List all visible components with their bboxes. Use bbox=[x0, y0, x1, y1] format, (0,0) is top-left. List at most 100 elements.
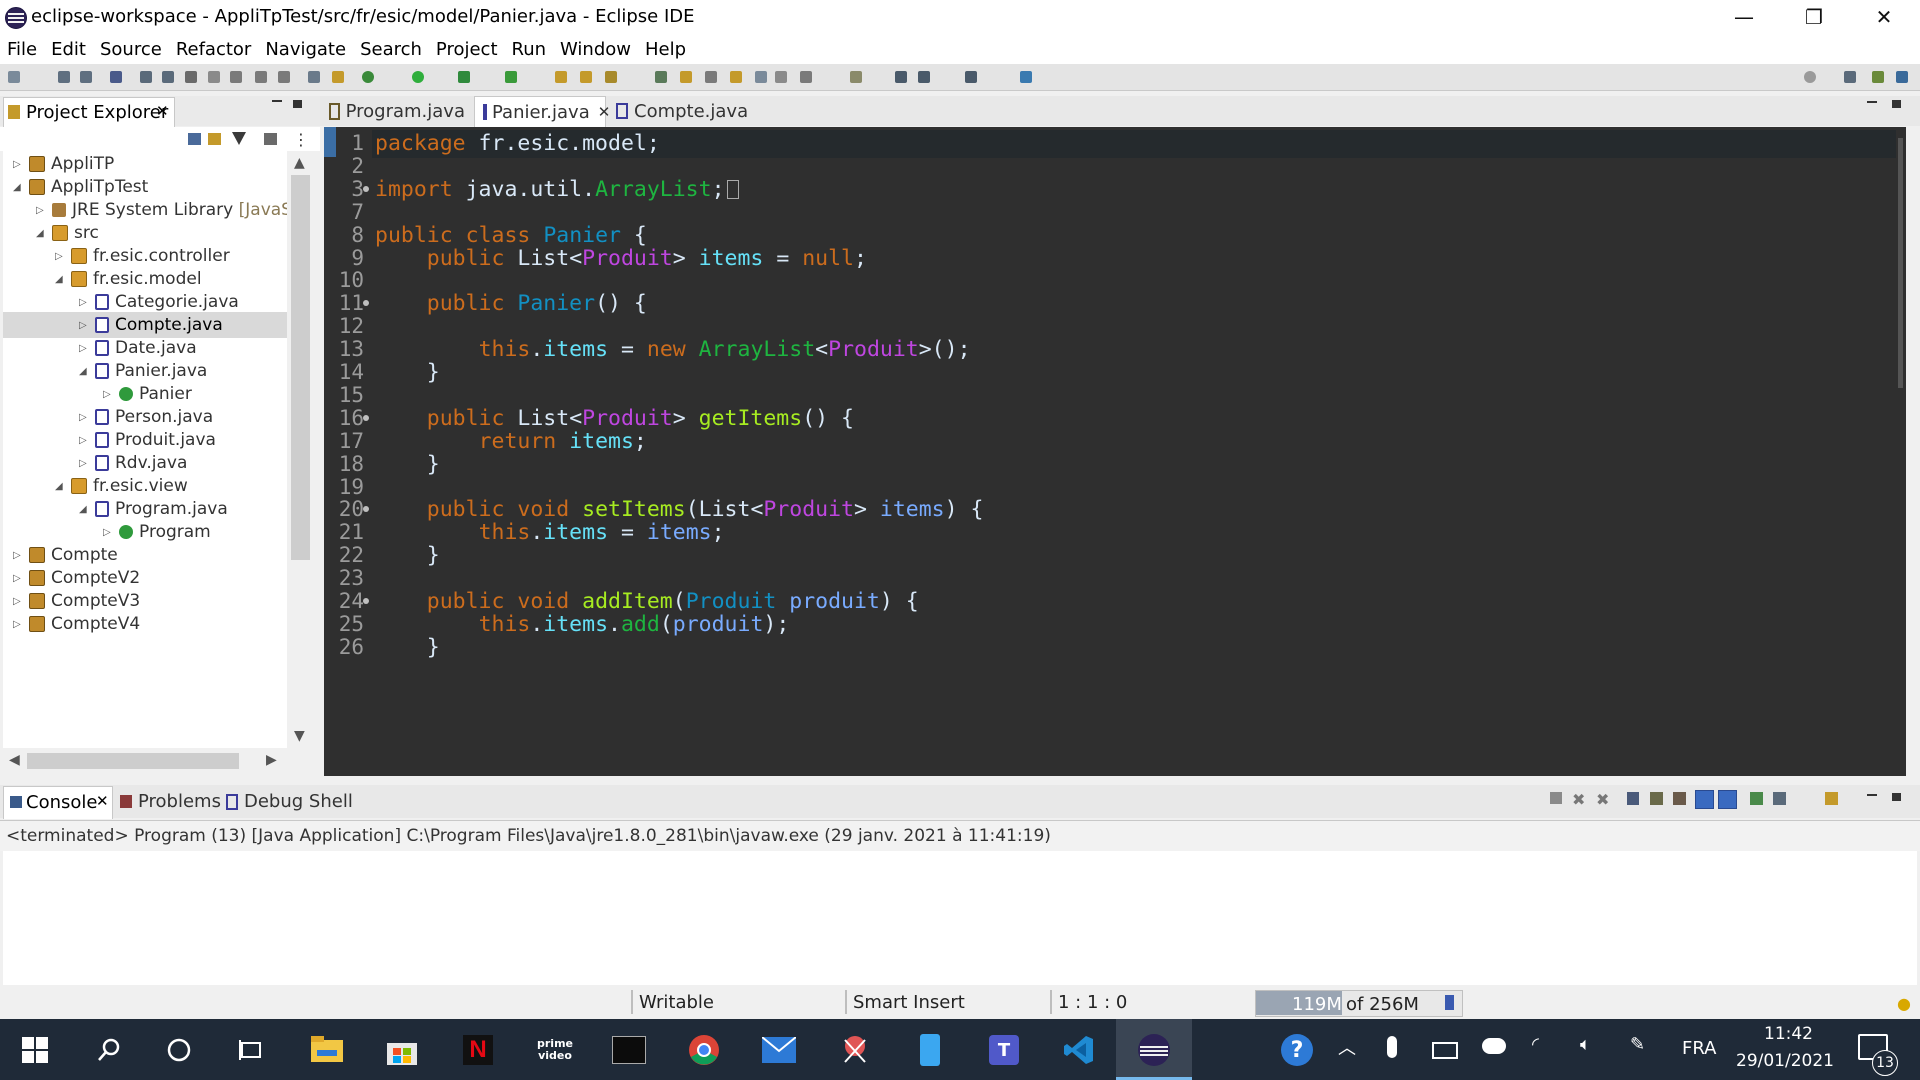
menu-source[interactable]: Source bbox=[93, 39, 162, 60]
cortana-icon[interactable] bbox=[160, 1031, 198, 1069]
expand-arrow-icon[interactable]: ▷ bbox=[79, 435, 91, 446]
prev-annotation-icon[interactable] bbox=[850, 71, 862, 83]
console-maximize-icon[interactable] bbox=[1892, 793, 1901, 801]
pen-icon[interactable]: ✎ bbox=[1630, 1034, 1645, 1055]
new-icon[interactable] bbox=[8, 71, 20, 83]
collapse-all-icon[interactable] bbox=[188, 133, 201, 145]
volume-icon[interactable]: 🔈︎ bbox=[1580, 1034, 1591, 1055]
search-icon[interactable] bbox=[90, 1031, 128, 1069]
code-line[interactable]: this.items.add(produit); bbox=[375, 612, 790, 637]
tab-close-icon[interactable]: ✕ bbox=[598, 103, 611, 121]
editor-maximize-icon[interactable] bbox=[1892, 100, 1901, 108]
search-tool-icon[interactable] bbox=[655, 71, 667, 83]
tab-compte-java[interactable]: Compte.java bbox=[612, 96, 752, 126]
save-all-icon[interactable] bbox=[80, 71, 92, 83]
wifi-icon[interactable]: ◜ bbox=[1532, 1034, 1539, 1055]
menu-file[interactable]: File bbox=[0, 39, 37, 60]
close-button[interactable]: ✕ bbox=[1850, 0, 1918, 34]
collapse-arrow-icon[interactable]: ◢ bbox=[36, 228, 48, 239]
snipping-tool-icon[interactable] bbox=[836, 1031, 874, 1069]
run-icon[interactable] bbox=[412, 71, 424, 83]
microsoft-store-icon[interactable] bbox=[383, 1031, 421, 1069]
expand-arrow-icon[interactable]: ▷ bbox=[13, 573, 25, 584]
suspend-icon[interactable] bbox=[162, 71, 174, 83]
show-whitespace-icon[interactable] bbox=[755, 71, 767, 83]
expand-arrow-icon[interactable]: ▷ bbox=[13, 619, 25, 630]
collapse-arrow-icon[interactable]: ◢ bbox=[55, 481, 67, 492]
debug-icon[interactable] bbox=[362, 71, 374, 83]
help-icon[interactable]: ? bbox=[1278, 1031, 1316, 1069]
code-line[interactable]: } bbox=[375, 452, 440, 477]
netflix-icon[interactable]: N bbox=[459, 1031, 497, 1069]
code-line[interactable]: this.items = new ArrayList<Produit>(); bbox=[375, 337, 971, 362]
scroll-left-icon[interactable]: ◀ bbox=[9, 752, 20, 768]
minimize-button[interactable]: — bbox=[1710, 0, 1778, 34]
windows-start-icon[interactable] bbox=[16, 1031, 54, 1069]
fold-toggle-icon[interactable] bbox=[363, 414, 369, 421]
pilcrow-icon[interactable] bbox=[775, 71, 787, 83]
resume-icon[interactable] bbox=[140, 71, 152, 83]
scroll-down-icon[interactable]: ▼ bbox=[294, 728, 305, 744]
console-close-icon[interactable]: ✕ bbox=[96, 792, 109, 810]
project-explorer-close-icon[interactable]: ✕ bbox=[156, 102, 169, 120]
search-icon[interactable] bbox=[1804, 71, 1816, 83]
clock-date[interactable]: 29/01/2021 bbox=[1736, 1051, 1834, 1071]
code-line[interactable]: import java.util.ArrayList; bbox=[375, 177, 739, 202]
code-line[interactable]: return items; bbox=[375, 429, 647, 454]
expand-arrow-icon[interactable]: ▷ bbox=[79, 412, 91, 423]
scroll-lock-icon[interactable] bbox=[1650, 792, 1663, 805]
menu-search[interactable]: Search bbox=[353, 39, 422, 60]
open-perspective-icon[interactable] bbox=[1844, 71, 1856, 83]
garbage-collect-icon[interactable] bbox=[1445, 995, 1454, 1010]
phone-app-icon[interactable] bbox=[911, 1031, 949, 1069]
language-indicator[interactable]: FRA bbox=[1682, 1038, 1716, 1059]
menu-navigate[interactable]: Navigate bbox=[258, 39, 346, 60]
disconnect-icon[interactable] bbox=[208, 71, 220, 83]
tree-item-comptev4[interactable]: ▷ CompteV4 bbox=[13, 611, 140, 637]
mark-occurrences-icon[interactable] bbox=[680, 71, 692, 83]
mail-icon[interactable] bbox=[760, 1031, 798, 1069]
link-editor-icon[interactable] bbox=[208, 133, 221, 145]
block-selection-icon[interactable] bbox=[730, 71, 742, 83]
display-console-icon[interactable] bbox=[1773, 792, 1786, 805]
microphone-icon[interactable] bbox=[1387, 1036, 1397, 1058]
fold-toggle-icon[interactable] bbox=[363, 185, 369, 192]
tab-program-java[interactable]: Program.java bbox=[327, 96, 465, 126]
expand-arrow-icon[interactable]: ▷ bbox=[79, 343, 91, 354]
minimize-view-icon[interactable] bbox=[272, 100, 282, 102]
word-wrap-icon[interactable] bbox=[1673, 792, 1686, 805]
save-icon[interactable] bbox=[58, 71, 70, 83]
code-line[interactable]: public Panier() { bbox=[375, 291, 647, 316]
tab-panier-java[interactable]: Panier.java ✕ bbox=[474, 96, 610, 127]
remove-launch-icon[interactable]: ✖ bbox=[1572, 790, 1585, 809]
expand-arrow-icon[interactable]: ▷ bbox=[103, 527, 115, 538]
coverage-icon[interactable] bbox=[458, 71, 470, 83]
project-explorer-tab[interactable]: Project Explorer ✕ bbox=[3, 97, 175, 127]
tab-console[interactable]: Console ✕ bbox=[3, 786, 113, 819]
toggle-breadcrumb-icon[interactable] bbox=[705, 71, 717, 83]
editor-minimize-icon[interactable] bbox=[1867, 101, 1877, 103]
tips-icon[interactable]: ● bbox=[1897, 994, 1911, 1013]
pin-console-icon[interactable] bbox=[1750, 792, 1763, 805]
expand-arrow-icon[interactable]: ▷ bbox=[13, 550, 25, 561]
terminate-icon[interactable] bbox=[185, 71, 197, 83]
view-menu-icon[interactable]: ⋮ bbox=[293, 130, 309, 149]
forward-arrow-icon[interactable] bbox=[918, 71, 930, 83]
collapse-arrow-icon[interactable]: ◢ bbox=[55, 274, 67, 285]
code-line[interactable]: public void setItems(List<Produit> items… bbox=[375, 497, 984, 522]
pin-editor-icon[interactable] bbox=[1020, 71, 1032, 83]
step-over-icon[interactable] bbox=[255, 71, 267, 83]
console-output[interactable] bbox=[3, 851, 1917, 985]
back-arrow-icon[interactable] bbox=[895, 71, 907, 83]
menu-help[interactable]: Help bbox=[638, 39, 686, 60]
chrome-icon[interactable] bbox=[685, 1031, 723, 1069]
teams-icon[interactable]: T bbox=[985, 1031, 1023, 1069]
open-console-icon[interactable] bbox=[308, 71, 320, 83]
open-console-menu-icon[interactable] bbox=[1825, 792, 1838, 805]
battery-icon[interactable] bbox=[1432, 1042, 1458, 1059]
explorer-vertical-scroll-thumb[interactable] bbox=[291, 175, 310, 560]
tree-item-program-class[interactable]: ▷ Program bbox=[103, 519, 211, 545]
menu-project[interactable]: Project bbox=[429, 39, 498, 60]
editor-scroll-thumb[interactable] bbox=[1898, 138, 1903, 388]
code-line[interactable]: public List<Produit> items = null; bbox=[375, 246, 867, 271]
